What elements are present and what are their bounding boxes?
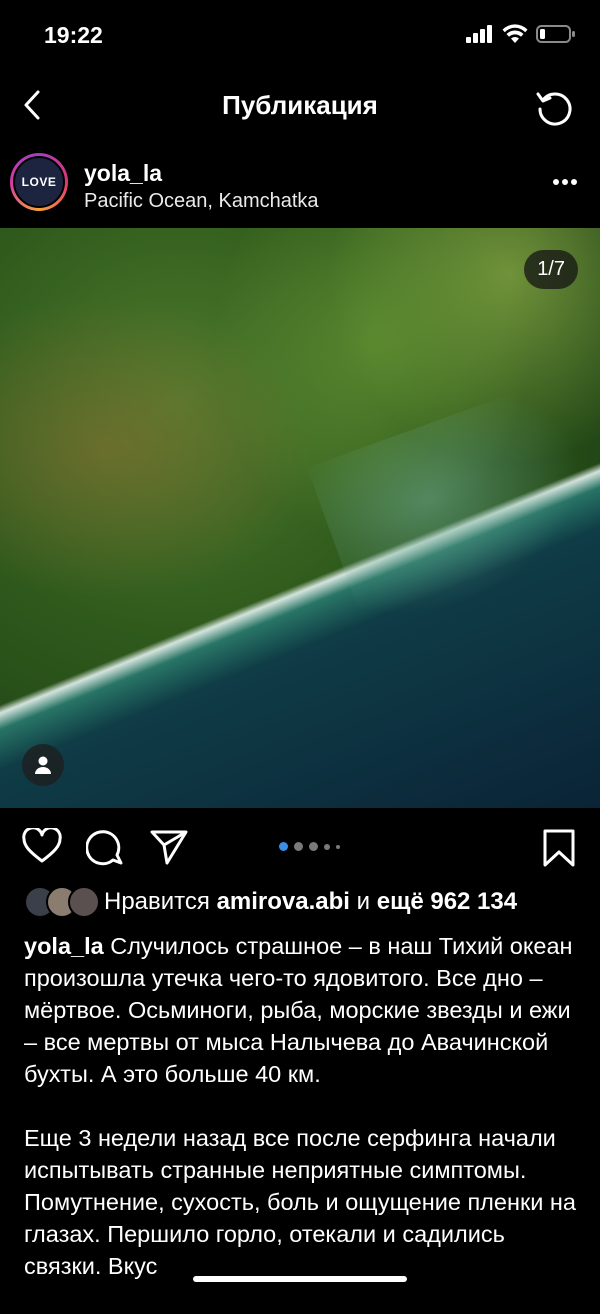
- nav-bar: Публикация: [0, 72, 600, 140]
- liker-avatar-3: [68, 886, 100, 918]
- carousel-dot-5: [336, 844, 340, 849]
- avatar-label: LOVE: [13, 156, 65, 208]
- likes-count[interactable]: ещё 962 134: [377, 888, 517, 915]
- battery-low-icon: [536, 25, 575, 43]
- cellular-signal-icon: [466, 25, 492, 43]
- carousel-dot-3: [309, 842, 318, 851]
- post-caption: yola_la Случилось страшное – в наш Тихий…: [24, 930, 580, 1314]
- caption-paragraph-2: Еще 3 недели назад все после серфинга на…: [24, 1125, 576, 1279]
- likes-middle: и: [356, 888, 371, 915]
- carousel-indicator: [279, 842, 340, 851]
- carousel-dot-2: [294, 842, 303, 851]
- likes-user[interactable]: amirova.abi: [217, 888, 350, 915]
- page-title: Публикация: [222, 90, 378, 120]
- home-indicator[interactable]: [193, 1276, 407, 1282]
- bookmark-icon[interactable]: [542, 828, 576, 868]
- post-location[interactable]: Pacific Ocean, Kamchatka: [84, 190, 319, 213]
- action-bar: [0, 808, 600, 884]
- carousel-dot-1: [279, 842, 288, 851]
- post-header: LOVE yola_la Pacific Ocean, Kamchatka: [0, 142, 600, 228]
- status-time: 19:22: [44, 22, 103, 48]
- caption-username[interactable]: yola_la: [24, 933, 104, 959]
- photo-counter: 1/7: [524, 250, 578, 289]
- tagged-users-button[interactable]: [22, 744, 64, 786]
- comment-icon[interactable]: [86, 828, 124, 866]
- likes-text[interactable]: Нравится amirova.abi и ещё 962 134: [104, 888, 517, 916]
- liker-avatars[interactable]: [24, 886, 100, 918]
- status-bar: 19:22: [0, 0, 600, 72]
- heart-icon[interactable]: [22, 828, 62, 864]
- wifi-icon: [502, 24, 528, 43]
- post-username[interactable]: yola_la: [84, 160, 162, 187]
- refresh-icon: [536, 92, 572, 126]
- caption-text-1: Случилось страшное – в наш Тихий океан п…: [24, 933, 573, 1087]
- likes-row: Нравится amirova.abi и ещё 962 134: [0, 884, 600, 924]
- send-icon[interactable]: [150, 828, 188, 866]
- likes-prefix: Нравится: [104, 888, 210, 915]
- post-photo[interactable]: 1/7: [0, 228, 600, 808]
- carousel-dot-4: [324, 843, 330, 850]
- more-dots-icon[interactable]: [552, 178, 578, 186]
- status-icons: [466, 24, 576, 44]
- caption-paragraph-1: yola_la Случилось страшное – в наш Тихий…: [24, 930, 580, 1090]
- avatar[interactable]: LOVE: [10, 153, 68, 211]
- person-icon: [35, 756, 51, 774]
- refresh-button[interactable]: [534, 86, 576, 128]
